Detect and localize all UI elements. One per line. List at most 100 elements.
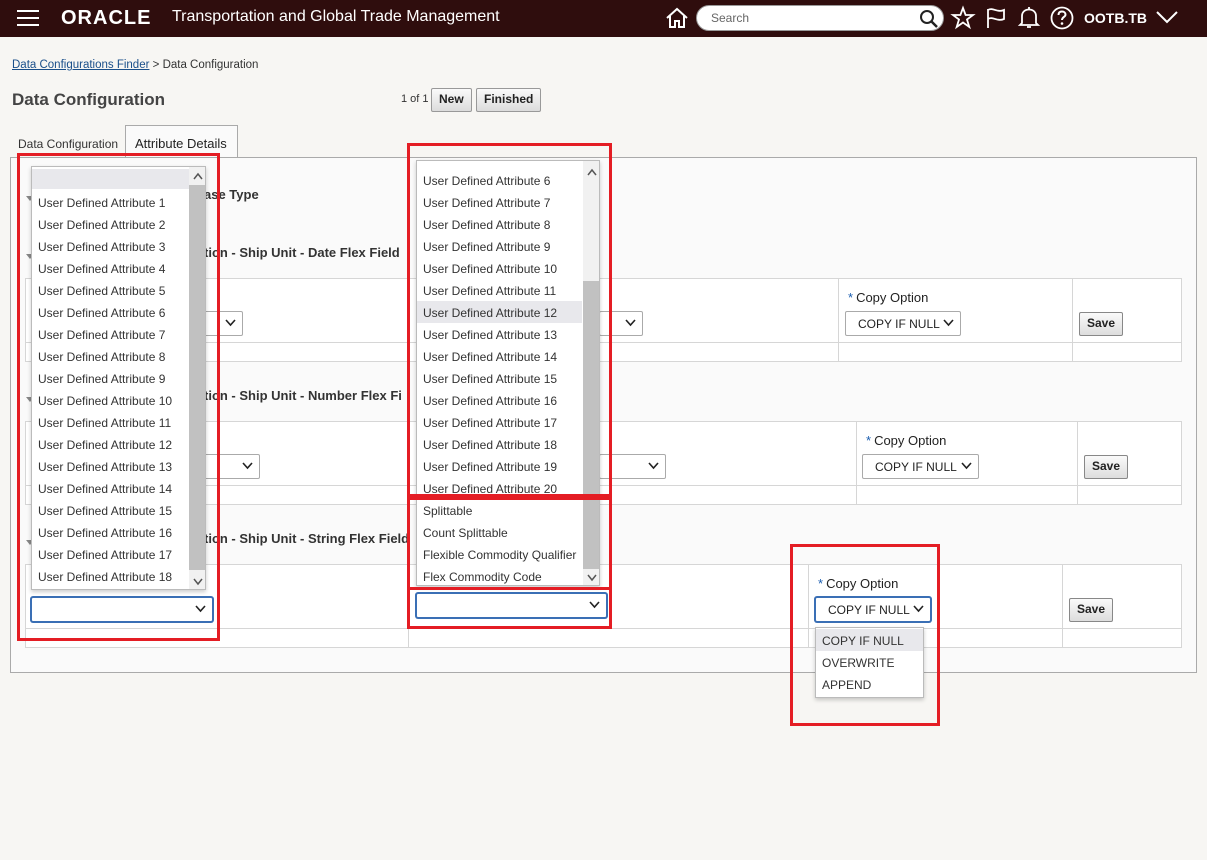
dropdown-option[interactable]: User Defined Attribute 12	[32, 433, 172, 455]
save-button[interactable]: Save	[1084, 455, 1129, 479]
chevron-down-icon	[589, 601, 600, 609]
dropdown-option-highlighted[interactable]: COPY IF NULL	[816, 629, 923, 651]
dropdown-option[interactable]: User Defined Attribute 16	[417, 389, 557, 411]
target-attribute-dropdown-list: User Defined Attribute 6 User Defined At…	[416, 160, 600, 586]
dropdown-option[interactable]: User Defined Attribute 13	[32, 455, 172, 477]
dropdown-option[interactable]: Flexible Commodity Qualifier	[417, 543, 576, 565]
chevron-down-icon[interactable]	[1154, 7, 1180, 27]
dropdown-option[interactable]: User Defined Attribute 2	[32, 213, 165, 235]
source-attribute-dropdown-list: User Defined Attribute 1 User Defined At…	[31, 166, 206, 590]
section-string-flex-field: tion - Ship Unit - String Flex Field	[204, 531, 410, 546]
finished-button[interactable]: Finished	[476, 88, 542, 112]
dropdown-option[interactable]: User Defined Attribute 7	[417, 191, 550, 213]
dropdown-option[interactable]: User Defined Attribute 18	[32, 565, 172, 587]
dropdown-option[interactable]: Splittable	[417, 499, 472, 521]
dropdown-option[interactable]: User Defined Attribute 4	[32, 257, 165, 279]
grid-divider	[838, 278, 839, 362]
star-icon[interactable]	[950, 5, 976, 31]
grid-divider	[1077, 421, 1078, 505]
dropdown-option[interactable]: User Defined Attribute 6	[417, 169, 550, 191]
scroll-up-icon[interactable]	[587, 168, 597, 176]
dropdown-option[interactable]: User Defined Attribute 14	[417, 345, 557, 367]
dropdown-option[interactable]: User Defined Attribute 15	[32, 499, 172, 521]
dropdown-option[interactable]: User Defined Attribute 14	[32, 477, 172, 499]
dropdown-option[interactable]: User Defined Attribute 11	[32, 411, 171, 433]
section-number-flex-field: tion - Ship Unit - Number Flex Fi	[204, 388, 402, 403]
dropdown-option[interactable]: User Defined Attribute 18	[417, 433, 557, 455]
new-button[interactable]: New	[431, 88, 472, 112]
dropdown-option[interactable]: User Defined Attribute 16	[32, 521, 172, 543]
flag-icon[interactable]	[983, 5, 1009, 31]
copy-option-label: * Copy Option	[848, 290, 929, 305]
dropdown-option[interactable]: User Defined Attribute 20	[417, 477, 557, 499]
dropdown-option[interactable]: User Defined Attribute 7	[32, 323, 165, 345]
string-source-select[interactable]	[31, 597, 213, 622]
date-source-select[interactable]	[200, 311, 243, 336]
number-source-select[interactable]	[200, 454, 260, 479]
bell-icon[interactable]	[1016, 5, 1042, 31]
user-menu[interactable]: OOTB.TB	[1084, 10, 1147, 26]
breadcrumb-link-finder[interactable]: Data Configurations Finder	[12, 59, 149, 71]
date-copy-option-select[interactable]: COPY IF NULL	[845, 311, 961, 336]
grid-divider	[1072, 278, 1073, 362]
search-icon[interactable]	[919, 9, 939, 29]
app-title: Transportation and Global Trade Manageme…	[172, 8, 500, 25]
dropdown-option[interactable]: Count Splittable	[417, 521, 508, 543]
dropdown-option[interactable]: APPEND	[816, 673, 871, 695]
dropdown-option[interactable]: User Defined Attribute 15	[417, 367, 557, 389]
grid-divider	[856, 421, 857, 505]
scroll-down-icon[interactable]	[587, 574, 597, 582]
copy-option-label: * Copy Option	[818, 576, 899, 591]
number-copy-option-select[interactable]: COPY IF NULL	[862, 454, 979, 479]
dropdown-option[interactable]: User Defined Attribute 6	[32, 301, 165, 323]
breadcrumb-current: Data Configuration	[162, 59, 259, 71]
scroll-up-icon[interactable]	[193, 172, 203, 180]
dropdown-option[interactable]: User Defined Attribute 9	[32, 367, 165, 389]
dropdown-option[interactable]: User Defined Attribute 10	[417, 257, 557, 279]
dropdown-option[interactable]: User Defined Attribute 9	[417, 235, 550, 257]
dropdown-option-blank[interactable]	[32, 169, 189, 189]
chevron-down-icon	[913, 605, 924, 613]
dropdown-option[interactable]: User Defined Attribute 11	[417, 279, 556, 301]
dropdown-option[interactable]: User Defined Attribute 17	[32, 543, 172, 565]
help-icon[interactable]	[1049, 5, 1075, 31]
chevron-down-icon	[242, 462, 253, 470]
dropdown-scrollbar[interactable]	[189, 167, 205, 589]
page-title: Data Configuration	[12, 90, 165, 109]
number-target-select[interactable]	[599, 454, 666, 479]
dropdown-option[interactable]: User Defined Attribute 8	[32, 345, 165, 367]
scrollbar-thumb[interactable]	[189, 185, 205, 570]
dropdown-option[interactable]: User Defined Attribute 10	[32, 389, 172, 411]
grid-divider	[1062, 564, 1063, 648]
date-target-select[interactable]	[599, 311, 643, 336]
scrollbar-thumb[interactable]	[583, 281, 599, 569]
dropdown-scrollbar[interactable]	[583, 161, 599, 585]
dropdown-option[interactable]: Flex Commodity Code	[417, 565, 542, 585]
dropdown-option[interactable]: User Defined Attribute 19	[417, 455, 557, 477]
dropdown-option[interactable]: OVERWRITE	[816, 651, 894, 673]
save-button[interactable]: Save	[1079, 312, 1124, 336]
search-input[interactable]	[709, 9, 919, 27]
dropdown-option[interactable]: User Defined Attribute 5	[32, 279, 165, 301]
pager-count: 1 of 1	[401, 93, 429, 105]
tab-attribute-details[interactable]: Attribute Details	[125, 125, 238, 158]
dropdown-option[interactable]: User Defined Attribute 13	[417, 323, 557, 345]
dropdown-option[interactable]: User Defined Attribute 8	[417, 213, 550, 235]
tab-data-configuration[interactable]: Data Configuration	[18, 137, 118, 151]
chevron-down-icon	[195, 605, 206, 613]
chevron-down-icon	[648, 462, 659, 470]
breadcrumb: Data Configurations Finder > Data Config…	[12, 59, 258, 71]
dropdown-option[interactable]: User Defined Attribute 3	[32, 235, 165, 257]
string-target-select[interactable]	[416, 593, 607, 618]
dropdown-option[interactable]: User Defined Attribute 17	[417, 411, 557, 433]
save-button[interactable]: Save	[1069, 598, 1114, 622]
dropdown-option[interactable]: User Defined Attribute 1	[32, 191, 165, 213]
home-icon[interactable]	[664, 5, 690, 31]
section-base-type: ase Type	[204, 187, 259, 202]
copy-option-label: * Copy Option	[866, 433, 947, 448]
dropdown-option-highlighted[interactable]: User Defined Attribute 12	[417, 301, 582, 323]
string-copy-option-select[interactable]: COPY IF NULL	[815, 597, 931, 622]
menu-icon[interactable]	[17, 10, 39, 26]
grid-divider	[408, 564, 409, 648]
scroll-down-icon[interactable]	[193, 578, 203, 586]
